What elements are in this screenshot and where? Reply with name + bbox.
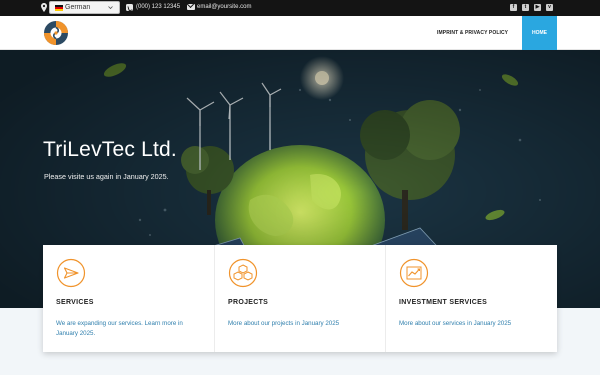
mail-icon [187,4,195,10]
card-projects[interactable]: PROJECTS More about our projects in Janu… [214,245,385,352]
phone-number[interactable]: (000) 123 12345 [136,4,180,10]
nav-imprint-privacy[interactable]: IMPRINT & PRIVACY POLICY [437,30,508,36]
chart-icon [399,258,429,288]
hero-subtitle: Please visite us again in January 2025. [44,172,169,181]
card-description[interactable]: More about our services in January 2025 [399,319,549,329]
card-description[interactable]: We are expanding our services. Learn mor… [56,319,206,339]
facebook-icon[interactable]: f [510,4,517,11]
location-pin-icon [41,3,47,12]
card-title: PROJECTS [228,299,269,306]
phone-icon [126,4,133,11]
top-bar: German (000) 123 12345 email@yoursite.co… [0,0,600,16]
card-title: INVESTMENT SERVICES [399,299,488,306]
hero-title: TriLevTec Ltd. [43,138,177,161]
language-label: German [65,4,91,11]
youtube-icon[interactable]: ▶ [534,4,541,11]
card-description[interactable]: More about our projects in January 2025 [228,319,378,329]
card-services[interactable]: SERVICES We are expanding our services. … [43,245,214,352]
email-link[interactable]: email@yoursite.com [197,4,251,10]
card-title: SERVICES [56,299,94,306]
company-logo[interactable] [43,20,69,46]
nav-home[interactable]: HOME [522,16,557,50]
send-icon [56,258,86,288]
chevron-down-icon [108,6,113,10]
service-cards: SERVICES We are expanding our services. … [43,245,557,352]
language-select[interactable]: German [49,1,120,14]
german-flag-icon [55,5,63,11]
cubes-icon [228,258,258,288]
card-investment-services[interactable]: INVESTMENT SERVICES More about our servi… [385,245,556,352]
twitter-icon[interactable]: t [522,4,529,11]
vimeo-icon[interactable]: v [546,4,553,11]
main-nav: IMPRINT & PRIVACY POLICY HOME [0,16,600,50]
